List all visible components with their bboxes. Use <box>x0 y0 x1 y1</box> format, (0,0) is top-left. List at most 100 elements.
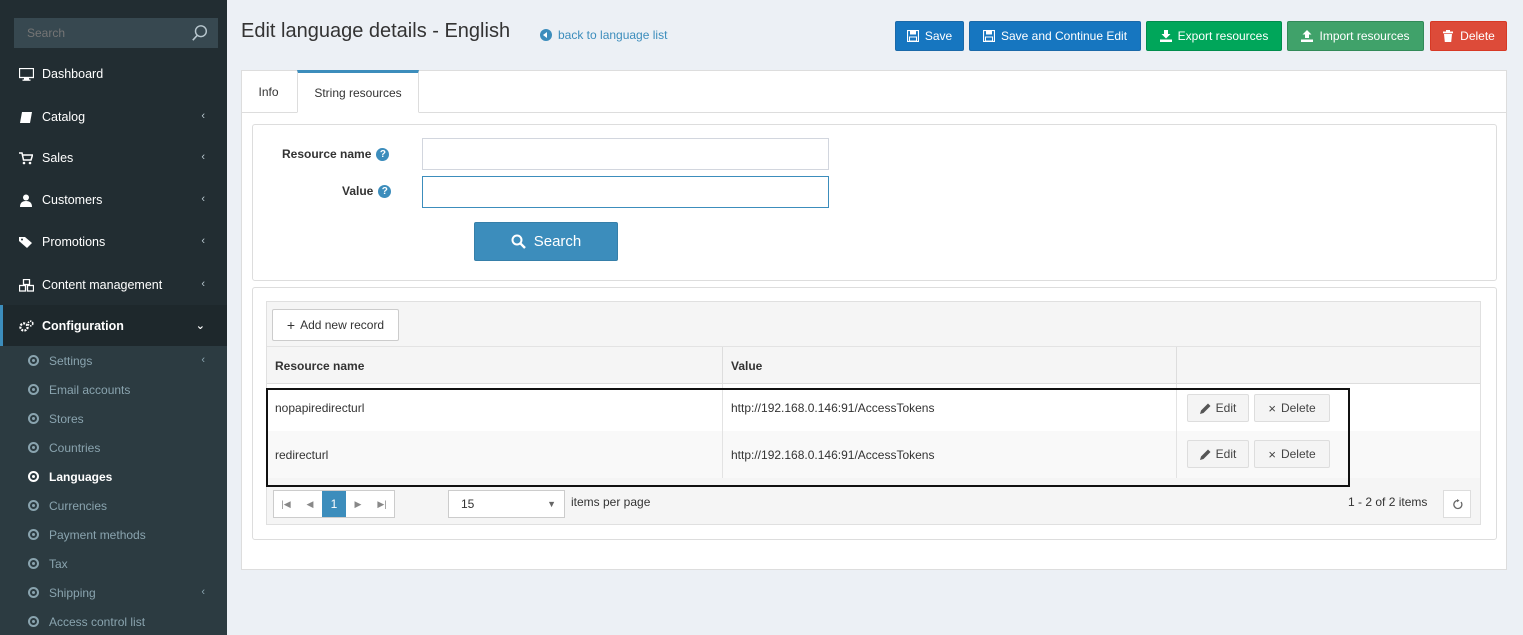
question-circle-icon[interactable]: ? <box>376 147 390 161</box>
sidebar-item-label: Catalog <box>42 110 86 124</box>
next-page-icon[interactable]: ▶ <box>346 491 370 517</box>
back-link-label: back to language list <box>558 28 668 42</box>
sidebar-subitem-shipping[interactable]: Shipping ‹ <box>0 578 227 607</box>
chevron-left-icon: ‹ <box>201 278 205 290</box>
sidebar-submenu: Settings ‹ Email accounts Stores Countri… <box>0 346 227 635</box>
save-label: Save <box>924 29 953 43</box>
selection-highlight <box>266 388 1350 487</box>
sidebar-subitem-payment-methods[interactable]: Payment methods <box>0 520 227 549</box>
sidebar-subitem-label: Languages <box>49 469 113 484</box>
circle-dot-icon <box>28 616 39 627</box>
sidebar-item-label: Content management <box>42 278 163 292</box>
sidebar-subitem-stores[interactable]: Stores <box>0 404 227 433</box>
page-size-select[interactable]: 15 ▼ <box>448 490 565 518</box>
value-label: Value ? <box>342 184 392 198</box>
sidebar-item-promotions[interactable]: Promotions ‹ <box>0 221 227 263</box>
add-new-record-button[interactable]: + Add new record <box>272 309 399 341</box>
download-icon <box>1159 30 1172 42</box>
sidebar-subitem-label: Shipping <box>49 585 96 600</box>
column-header-resource-name[interactable]: Resource name <box>267 347 722 385</box>
value-input[interactable] <box>422 176 829 208</box>
back-to-language-list-link[interactable]: back to language list <box>540 28 667 42</box>
sidebar-search-input[interactable] <box>15 19 185 47</box>
grid-pager: |◀ ◀ 1 ▶ ▶| 15 ▼ items per page 1 - 2 of… <box>267 487 1480 524</box>
circle-dot-icon <box>28 413 39 424</box>
sidebar-search[interactable] <box>14 18 218 48</box>
page-number-current[interactable]: 1 <box>322 491 346 517</box>
sidebar-item-label: Dashboard <box>42 67 104 81</box>
cubes-icon <box>18 278 34 292</box>
refresh-icon[interactable] <box>1443 490 1471 518</box>
import-label: Import resources <box>1319 29 1410 43</box>
sidebar-subitem-currencies[interactable]: Currencies <box>0 491 227 520</box>
sidebar-subitem-label: Currencies <box>49 498 108 513</box>
question-circle-icon[interactable]: ? <box>378 184 392 198</box>
column-header-actions <box>1176 347 1480 385</box>
sidebar-item-content-management[interactable]: Content management ‹ <box>0 264 227 306</box>
sidebar-subitem-email-accounts[interactable]: Email accounts <box>0 375 227 404</box>
sidebar-subitem-label: Settings <box>49 353 93 368</box>
circle-dot-icon <box>28 500 39 511</box>
circle-dot-icon <box>28 384 39 395</box>
sidebar-item-label: Configuration <box>42 319 124 333</box>
delete-label: Delete <box>1460 29 1495 43</box>
tags-icon <box>18 235 34 249</box>
export-resources-button[interactable]: Export resources <box>1146 21 1282 51</box>
prev-page-icon[interactable]: ◀ <box>298 491 322 517</box>
floppy-disk-icon <box>982 30 995 42</box>
search-icon <box>511 234 526 249</box>
pager-summary: 1 - 2 of 2 items <box>1348 495 1428 509</box>
sidebar-item-label: Sales <box>42 151 74 165</box>
first-page-icon[interactable]: |◀ <box>274 491 298 517</box>
sidebar-item-sales[interactable]: Sales ‹ <box>0 137 227 179</box>
sidebar-subitem-tax[interactable]: Tax <box>0 549 227 578</box>
save-and-continue-button[interactable]: Save and Continue Edit <box>969 21 1141 51</box>
circle-dot-icon <box>28 587 39 598</box>
page-size-value: 15 <box>461 497 475 511</box>
column-header-value[interactable]: Value <box>722 347 1176 385</box>
items-per-page-label: items per page <box>571 495 651 509</box>
sidebar-subitem-settings[interactable]: Settings ‹ <box>0 346 227 375</box>
sidebar-item-catalog[interactable]: Catalog ‹ <box>0 96 227 138</box>
sidebar-item-label: Promotions <box>42 235 106 249</box>
chevron-left-icon: ‹ <box>201 354 205 366</box>
grid-header: Resource name Value <box>267 346 1480 385</box>
search-button-label: Search <box>533 233 582 250</box>
sidebar-subitem-label: Email accounts <box>49 382 131 397</box>
gears-icon <box>18 319 34 333</box>
value-label-text: Value <box>342 184 374 198</box>
user-icon <box>18 193 34 207</box>
sidebar-item-dashboard[interactable]: Dashboard <box>0 53 227 95</box>
resource-name-input[interactable] <box>422 138 829 170</box>
search-icon[interactable] <box>191 24 209 42</box>
monitor-icon <box>18 67 34 81</box>
chevron-left-icon: ‹ <box>201 110 205 122</box>
search-button[interactable]: Search <box>474 222 618 261</box>
arrow-circle-left-icon <box>540 29 552 41</box>
sidebar-subitem-access-control-list[interactable]: Access control list <box>0 607 227 635</box>
last-page-icon[interactable]: ▶| <box>370 491 394 517</box>
tab-strip: Info String resources <box>241 70 1507 113</box>
plus-icon: + <box>286 317 296 333</box>
save-button[interactable]: Save <box>895 21 964 51</box>
delete-language-button[interactable]: Delete <box>1430 21 1507 51</box>
tab-string-resources[interactable]: String resources <box>297 70 419 113</box>
sidebar-item-configuration[interactable]: Configuration ⌄ <box>0 305 227 347</box>
chevron-left-icon: ‹ <box>201 586 205 598</box>
sidebar-item-label: Customers <box>42 193 103 207</box>
pagination: |◀ ◀ 1 ▶ ▶| <box>273 490 395 518</box>
tab-info[interactable]: Info <box>241 70 296 113</box>
circle-dot-icon <box>28 442 39 453</box>
circle-dot-icon <box>28 355 39 366</box>
circle-dot-icon <box>28 558 39 569</box>
import-resources-button[interactable]: Import resources <box>1287 21 1424 51</box>
sidebar-subitem-languages[interactable]: Languages <box>0 462 227 491</box>
chevron-left-icon: ‹ <box>201 193 205 205</box>
circle-dot-icon <box>28 529 39 540</box>
export-label: Export resources <box>1177 29 1269 43</box>
chevron-down-icon: ⌄ <box>195 320 205 332</box>
sidebar-item-customers[interactable]: Customers ‹ <box>0 179 227 221</box>
resource-name-label: Resource name ? <box>282 147 390 161</box>
book-icon <box>18 110 34 124</box>
sidebar-subitem-countries[interactable]: Countries <box>0 433 227 462</box>
